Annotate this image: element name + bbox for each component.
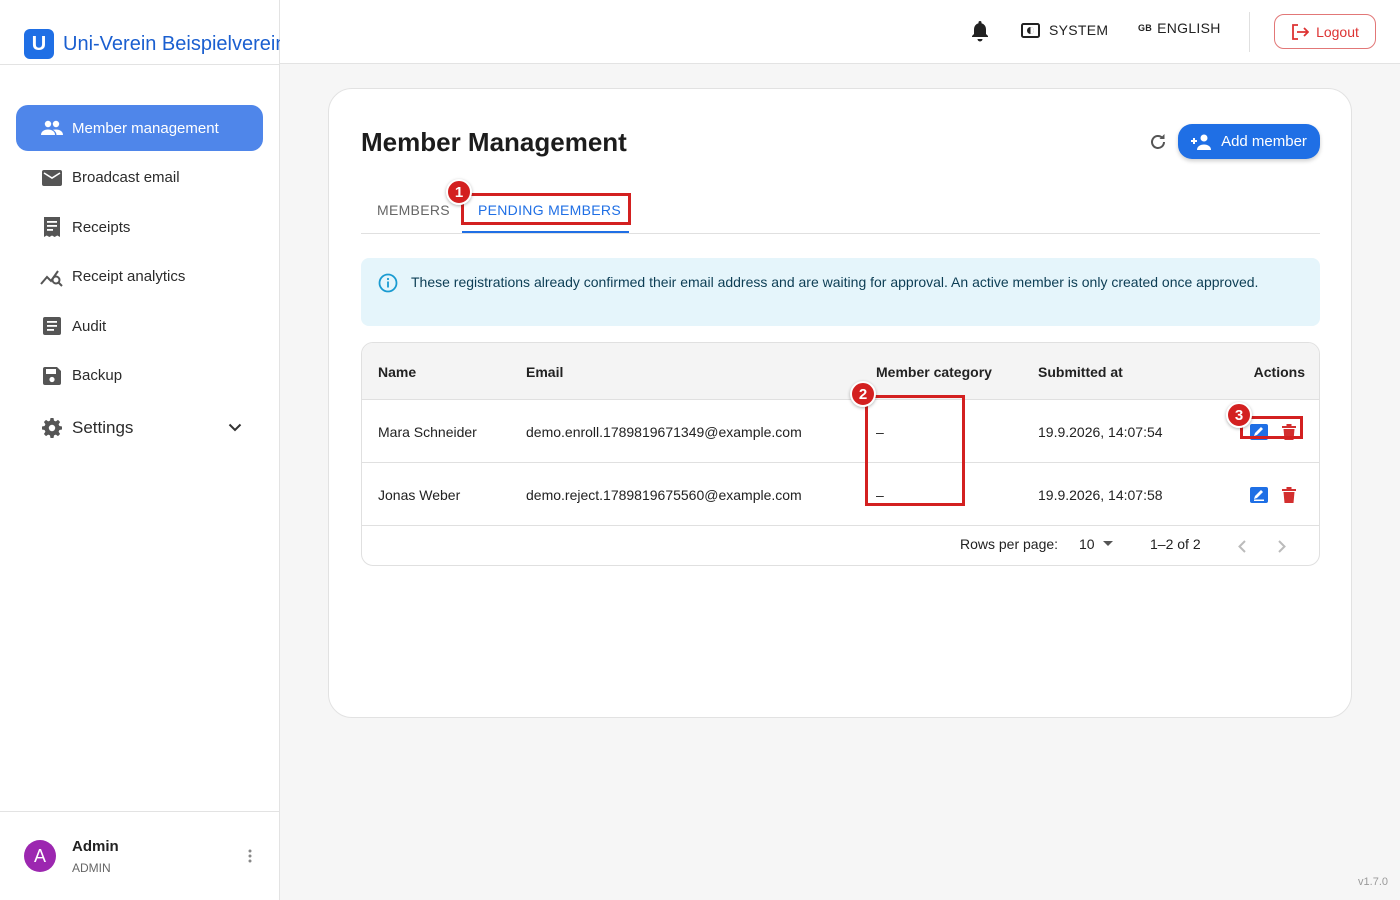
sidebar-item-audit[interactable]: Audit — [16, 303, 263, 349]
people-icon — [40, 116, 64, 140]
cell-name: Mara Schneider — [378, 423, 477, 440]
sidebar-item-receipts[interactable]: Receipts — [16, 204, 263, 250]
sidebar-item-label: Receipts — [72, 218, 131, 236]
sidebar-item-member-management[interactable]: Member management — [16, 105, 263, 151]
receipt-icon — [40, 215, 64, 239]
mail-icon — [40, 166, 64, 190]
theme-toggle[interactable]: SYSTEM — [1020, 20, 1108, 40]
caret-down-icon — [1102, 539, 1113, 549]
sidebar-item-label: Settings — [72, 417, 134, 437]
sidebar-footer-divider — [0, 811, 280, 812]
sidebar-item-settings[interactable]: Settings — [16, 405, 263, 451]
info-text: These registrations already confirmed th… — [411, 274, 1259, 290]
sidebar-item-label: Member management — [72, 119, 219, 137]
top-bar-divider — [1249, 12, 1250, 52]
table-header: Name Email Member category Submitted at … — [362, 343, 1319, 400]
rows-per-page-label: Rows per page: — [960, 536, 1059, 552]
sidebar-item-label: Broadcast email — [72, 169, 180, 187]
sidebar-item-backup[interactable]: Backup — [16, 353, 263, 399]
annotation-badge-3: 3 — [1226, 402, 1252, 428]
sidebar-nav: Member management Broadcast email Receip… — [16, 105, 263, 455]
language-flag: GB — [1138, 23, 1153, 33]
table-pagination: Rows per page: 10 1–2 of 2 — [362, 526, 1319, 562]
add-member-label: Add member — [1221, 133, 1307, 150]
page-title: Member Management — [361, 127, 627, 157]
theme-icon — [1020, 20, 1040, 40]
table-row[interactable]: Jonas Weber demo.reject.1789819675560@ex… — [362, 463, 1319, 526]
info-alert: These registrations already confirmed th… — [361, 258, 1320, 326]
tab-indicator — [462, 231, 629, 233]
gear-icon — [40, 416, 64, 440]
language-selector[interactable]: GB ENGLISH — [1138, 20, 1221, 36]
tab-members[interactable]: MEMBERS — [377, 186, 450, 234]
audit-icon — [40, 314, 64, 338]
sidebar-divider — [0, 64, 280, 65]
sidebar: U Uni-Verein Beispielverein Member manag… — [0, 0, 280, 900]
rows-per-page-select[interactable]: 10 — [1079, 536, 1113, 552]
annotation-badge-2: 2 — [850, 381, 876, 407]
refresh-icon[interactable] — [1146, 130, 1170, 154]
brand-logo: U — [24, 29, 54, 59]
user-profile: A Admin ADMIN — [24, 834, 260, 878]
highlight-box-2 — [865, 395, 965, 506]
rows-per-page-value: 10 — [1079, 536, 1095, 552]
column-header-member-category[interactable]: Member category — [876, 343, 992, 400]
more-options-icon[interactable] — [240, 844, 260, 868]
cell-email: demo.enroll.1789819671349@example.com — [526, 423, 802, 440]
cell-name: Jonas Weber — [378, 486, 461, 503]
avatar: A — [24, 840, 56, 872]
top-bar: SYSTEM GB ENGLISH Logout — [280, 0, 1400, 64]
user-name: Admin — [72, 837, 119, 855]
info-icon — [377, 272, 399, 294]
column-header-email[interactable]: Email — [526, 343, 563, 400]
cell-email: demo.reject.1789819675560@example.com — [526, 486, 802, 503]
member-management-card: Member Management Add member MEMBERS PEN… — [328, 88, 1352, 718]
sidebar-item-receipt-analytics[interactable]: Receipt analytics — [16, 254, 263, 300]
logout-label: Logout — [1316, 23, 1359, 40]
cell-submitted-at: 19.9.2026, 14:07:58 — [1038, 486, 1163, 503]
logout-button[interactable]: Logout — [1274, 14, 1376, 49]
analytics-icon — [40, 265, 64, 289]
chevron-left-icon[interactable] — [1230, 534, 1254, 558]
save-icon — [40, 364, 64, 388]
user-info: Admin ADMIN — [72, 838, 240, 875]
chevron-right-icon[interactable] — [1270, 534, 1294, 558]
cell-actions — [1247, 463, 1307, 526]
cell-submitted-at: 19.9.2026, 14:07:54 — [1038, 423, 1163, 440]
sidebar-item-label: Receipt analytics — [72, 268, 186, 286]
table-row[interactable]: Mara Schneider demo.enroll.1789819671349… — [362, 400, 1319, 463]
user-role: ADMIN — [72, 860, 111, 875]
brand[interactable]: U Uni-Verein Beispielverein — [24, 29, 280, 59]
highlight-box-1 — [461, 193, 631, 225]
add-member-button[interactable]: Add member — [1178, 124, 1320, 159]
person-add-icon — [1191, 132, 1213, 152]
chevron-down-icon — [223, 416, 247, 440]
language-label: ENGLISH — [1157, 20, 1221, 36]
column-header-name[interactable]: Name — [378, 343, 416, 400]
logout-icon — [1291, 23, 1310, 41]
pagination-range: 1–2 of 2 — [1150, 536, 1201, 552]
bell-icon[interactable] — [970, 20, 992, 44]
sidebar-item-label: Audit — [72, 317, 107, 335]
app-version: v1.7.0 — [1358, 876, 1388, 888]
approve-edit-icon[interactable] — [1247, 483, 1271, 507]
brand-name: Uni-Verein Beispielverein — [63, 32, 280, 55]
column-header-submitted-at[interactable]: Submitted at — [1038, 343, 1123, 400]
delete-icon[interactable] — [1277, 483, 1301, 507]
sidebar-item-broadcast-email[interactable]: Broadcast email — [16, 155, 263, 201]
pending-members-table: Name Email Member category Submitted at … — [361, 342, 1320, 566]
column-header-actions: Actions — [1253, 363, 1305, 380]
theme-label: SYSTEM — [1049, 22, 1109, 38]
sidebar-item-label: Backup — [72, 367, 123, 385]
annotation-badge-1: 1 — [446, 179, 472, 205]
